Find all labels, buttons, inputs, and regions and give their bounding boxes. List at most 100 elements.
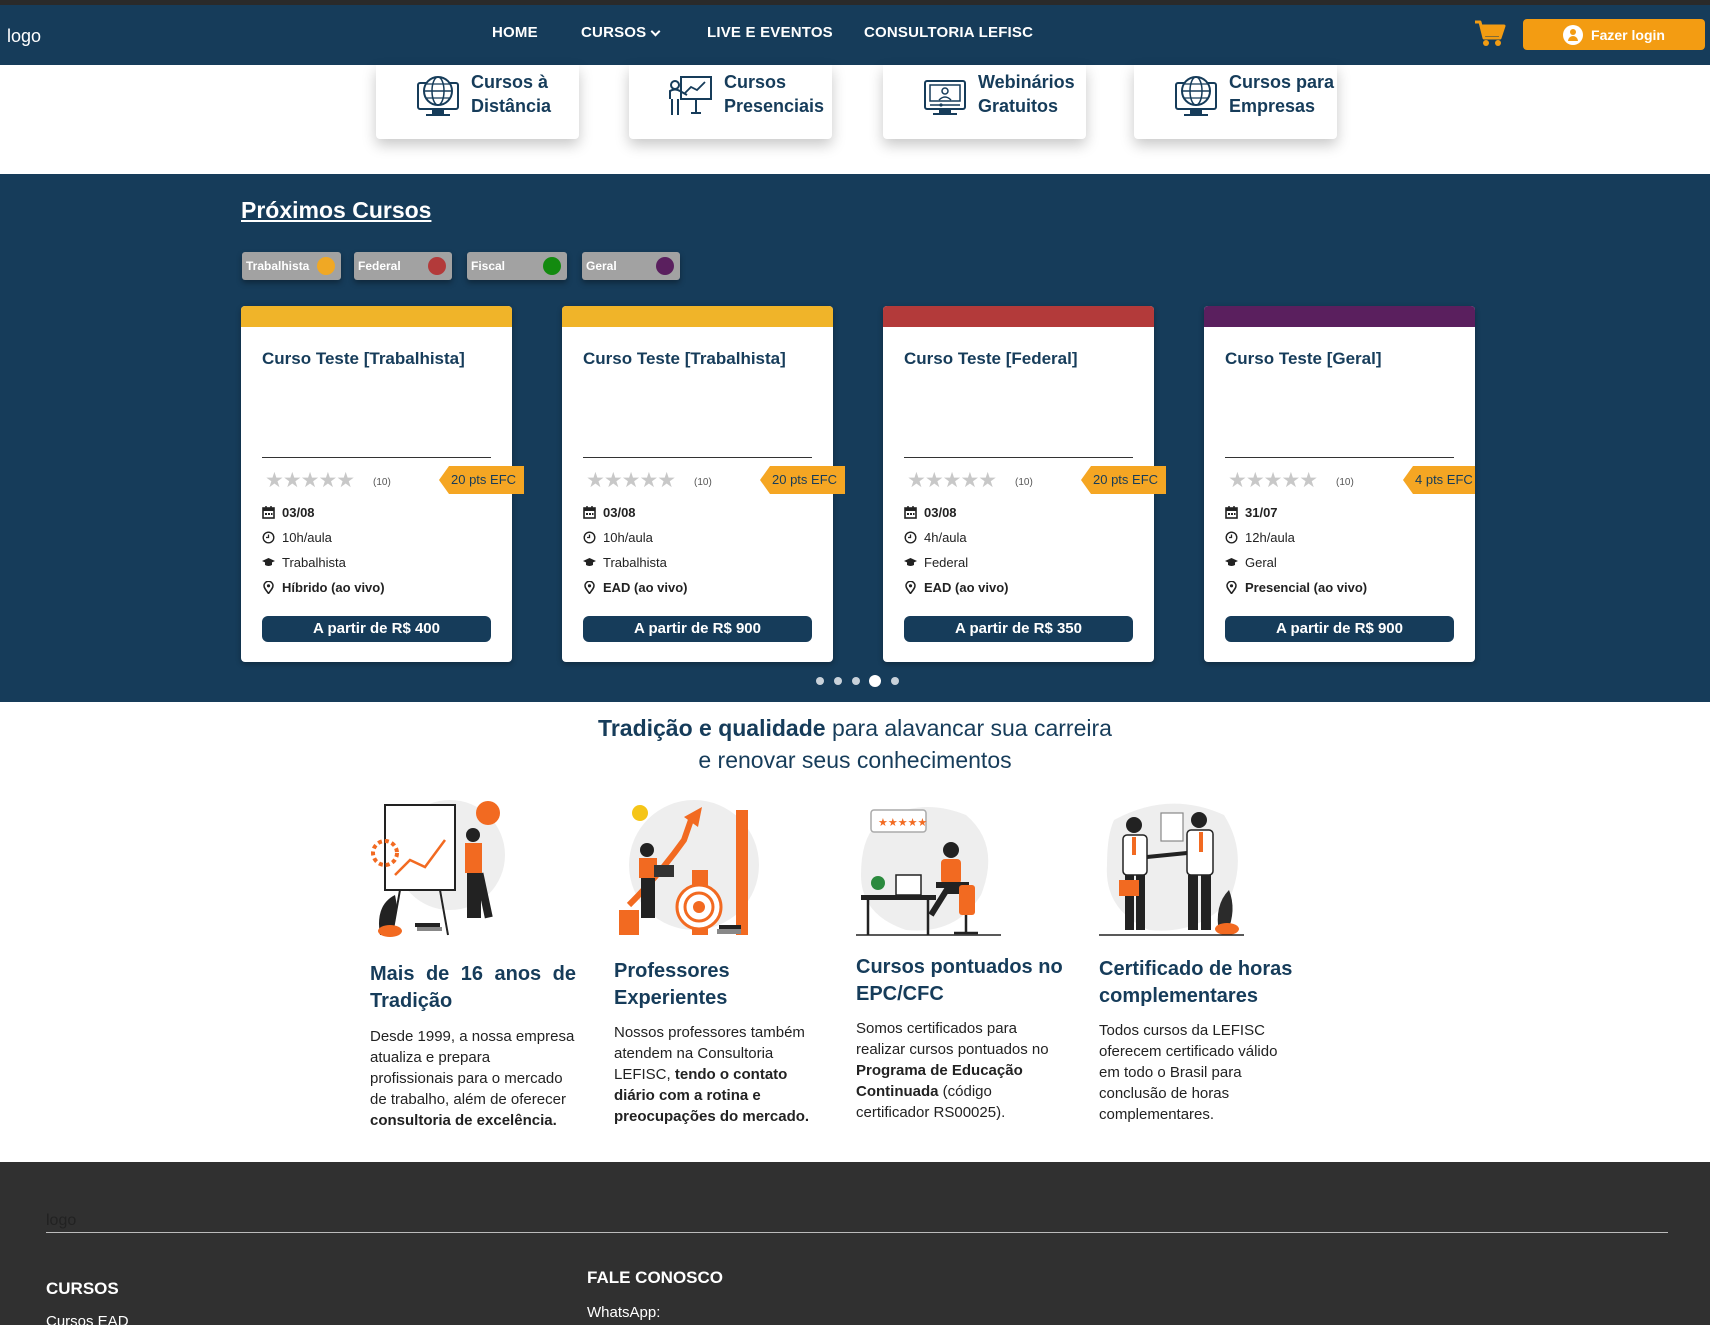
course-mode: Presencial (ao vivo)	[1245, 580, 1368, 595]
graduation-cap-icon	[904, 558, 917, 566]
category-label: Cursos à Distância	[471, 72, 552, 116]
feature-text: Desde 1999, a nossa empresa atualiza e p…	[370, 1028, 575, 1129]
course-area: Geral	[1245, 555, 1277, 570]
nav-home[interactable]: HOME	[492, 24, 538, 41]
calendar-icon	[262, 506, 275, 519]
color-dot	[428, 257, 446, 275]
hours-row: 10h/aula	[262, 530, 332, 545]
rating-stars[interactable]: ★★★★★	[265, 468, 355, 493]
efc-points-badge: 20 pts EFC	[760, 466, 846, 494]
location-pin-icon	[584, 581, 595, 594]
category-color-bar	[562, 306, 833, 327]
category-color-bar	[241, 306, 512, 327]
carousel-dot[interactable]	[891, 677, 899, 685]
review-count: (10)	[694, 477, 712, 488]
filter-federal[interactable]: Federal	[354, 252, 452, 280]
filter-label: Geral	[586, 259, 617, 273]
course-title[interactable]: Curso Teste [Trabalhista]	[262, 349, 465, 369]
desk-rating-illustration: ★★★★★	[856, 807, 1001, 936]
cart-icon[interactable]	[1474, 18, 1506, 48]
carousel-dots	[0, 675, 1710, 687]
tradition-headline: Tradição e qualidade para alavancar sua …	[598, 715, 1112, 741]
divider	[1225, 457, 1454, 458]
course-date: 03/08	[282, 505, 315, 520]
login-button[interactable]: Fazer login	[1523, 19, 1705, 50]
main-nav: HOME CURSOS LIVE E EVENTOS CONSULTORIA L…	[0, 24, 1710, 48]
footer-link-cursos-ead[interactable]: Cursos EAD	[46, 1313, 129, 1325]
rating-stars[interactable]: ★★★★★	[586, 468, 676, 493]
price-button[interactable]: A partir de R$ 350	[904, 616, 1133, 642]
efc-points-badge: 4 pts EFC	[1403, 466, 1475, 494]
course-date: 31/07	[1245, 505, 1278, 520]
rating-stars[interactable]: ★★★★★	[1228, 468, 1318, 493]
price-button[interactable]: A partir de R$ 900	[583, 616, 812, 642]
clock-icon	[262, 531, 275, 544]
calendar-icon	[1225, 506, 1238, 519]
svg-text:★★★★★: ★★★★★	[878, 816, 927, 829]
carousel-dot[interactable]	[852, 677, 860, 685]
nav-live-eventos[interactable]: LIVE E EVENTOS	[707, 24, 833, 41]
category-card-webinarios[interactable]: Webinários Gratuitos	[883, 65, 1086, 139]
location-pin-icon	[263, 581, 274, 594]
filter-geral[interactable]: Geral	[582, 252, 680, 280]
mode-row: EAD (ao vivo)	[904, 580, 1009, 595]
course-area: Federal	[924, 555, 969, 570]
course-date: 03/08	[924, 505, 957, 520]
footer-logo[interactable]: logo	[46, 1212, 76, 1230]
efc-points-badge: 20 pts EFC	[1081, 466, 1167, 494]
feature-title: Certificado de horas complementares	[1099, 958, 1293, 1007]
hours-row: 10h/aula	[583, 530, 653, 545]
color-dot	[656, 257, 674, 275]
filter-label: Federal	[358, 259, 401, 273]
date-row: 03/08	[583, 505, 636, 520]
carousel-dot[interactable]	[816, 677, 824, 685]
date-row: 31/07	[1225, 505, 1278, 520]
clock-icon	[1225, 531, 1238, 544]
nav-cursos[interactable]: CURSOS	[581, 24, 661, 41]
category-card-ead[interactable]: Cursos à Distância	[376, 65, 579, 139]
globe-monitor-icon	[1175, 76, 1217, 116]
rating-stars[interactable]: ★★★★★	[907, 468, 997, 493]
globe-monitor-icon	[417, 76, 459, 116]
user-icon	[1563, 24, 1584, 45]
category-card-presencial[interactable]: Cursos Presenciais	[629, 65, 832, 139]
feature-title: Mais de 16 anos de Tradição	[370, 963, 576, 1012]
area-row: Geral	[1225, 555, 1277, 570]
location-pin-icon	[905, 581, 916, 594]
footer-whatsapp[interactable]: WhatsApp:	[587, 1304, 660, 1321]
course-title[interactable]: Curso Teste [Federal]	[904, 349, 1078, 369]
course-title[interactable]: Curso Teste [Trabalhista]	[583, 349, 786, 369]
course-card[interactable]: Curso Teste [Trabalhista] ★★★★★ (10) 20 …	[562, 306, 846, 662]
course-card[interactable]: Curso Teste [Trabalhista] ★★★★★ (10) 20 …	[241, 306, 525, 662]
feature-title: Professores Experientes	[614, 960, 730, 1009]
filter-trabalhista[interactable]: Trabalhista	[242, 252, 341, 280]
category-card-empresas[interactable]: Cursos para Empresas	[1134, 65, 1337, 139]
course-mode: EAD (ao vivo)	[603, 580, 688, 595]
carousel-dot[interactable]	[869, 675, 881, 687]
color-dot	[543, 257, 561, 275]
login-label: Fazer login	[1591, 26, 1665, 43]
growth-target-illustration	[619, 800, 759, 935]
filter-fiscal[interactable]: Fiscal	[467, 252, 567, 280]
location-pin-icon	[1226, 581, 1237, 594]
nav-consultoria[interactable]: CONSULTORIA LEFISC	[864, 24, 1033, 41]
review-count: (10)	[373, 477, 391, 488]
course-mode: EAD (ao vivo)	[924, 580, 1009, 595]
carousel-dot[interactable]	[834, 677, 842, 685]
course-card[interactable]: Curso Teste [Geral] ★★★★★ (10) 4 pts EFC…	[1204, 306, 1475, 662]
course-title[interactable]: Curso Teste [Geral]	[1225, 349, 1382, 369]
mode-row: Híbrido (ao vivo)	[262, 580, 385, 595]
review-count: (10)	[1336, 477, 1354, 488]
course-hours: 12h/aula	[1245, 530, 1295, 545]
price-button[interactable]: A partir de R$ 400	[262, 616, 491, 642]
filter-label: Trabalhista	[246, 259, 310, 273]
footer-courses-heading: CURSOS	[46, 1279, 119, 1298]
price-button[interactable]: A partir de R$ 900	[1225, 616, 1454, 642]
course-card[interactable]: Curso Teste [Federal] ★★★★★ (10) 20 pts …	[883, 306, 1167, 662]
feature-text: Nossos professores também atendem na Con…	[614, 1024, 810, 1125]
area-row: Trabalhista	[583, 555, 667, 570]
mode-row: EAD (ao vivo)	[583, 580, 688, 595]
course-date: 03/08	[603, 505, 636, 520]
graduation-cap-icon	[262, 558, 275, 566]
feature-text: Somos certificados para realizar cursos …	[856, 1020, 1049, 1121]
